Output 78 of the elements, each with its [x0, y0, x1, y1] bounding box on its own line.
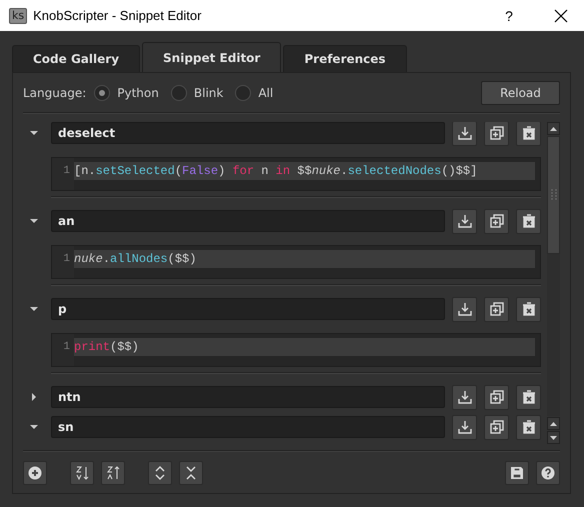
- delete-button[interactable]: [516, 414, 541, 440]
- scroll-down-button[interactable]: [547, 431, 560, 444]
- save-button[interactable]: [505, 461, 529, 485]
- download-icon: [456, 125, 472, 141]
- add-button[interactable]: [23, 461, 47, 485]
- collapse-all-button[interactable]: [179, 461, 203, 485]
- add-icon: [27, 465, 43, 481]
- help-icon: [540, 465, 556, 481]
- caret-down-icon: [30, 129, 38, 137]
- expand-all-button[interactable]: [148, 461, 172, 485]
- line-number: 1: [63, 252, 70, 267]
- delete-button[interactable]: [516, 208, 541, 234]
- line-number: 1: [63, 164, 70, 179]
- sort-ascending-icon: [74, 465, 90, 481]
- tab[interactable]: Code Gallery: [12, 45, 140, 72]
- caret-down-icon: [30, 305, 38, 313]
- delete-icon: [520, 389, 536, 405]
- insert-button[interactable]: [452, 414, 477, 440]
- caret-down-icon: [30, 217, 38, 225]
- duplicate-button[interactable]: [484, 296, 509, 322]
- scrollbar-thumb[interactable]: [547, 136, 560, 254]
- window-title: KnobScripter - Snippet Editor: [33, 8, 202, 23]
- duplicate-button[interactable]: [484, 122, 509, 146]
- insert-button[interactable]: [452, 384, 477, 410]
- close-icon: [554, 8, 568, 22]
- code-editor[interactable]: 1 [n.setSelected(False) for n in $$nuke.selectedNodes()$$]: [51, 157, 541, 191]
- delete-button[interactable]: [516, 384, 541, 410]
- help-button[interactable]: ?: [486, 0, 532, 31]
- sort-descending-icon: [105, 465, 121, 481]
- duplicate-icon: [488, 389, 504, 405]
- down-arrow-icon: [550, 436, 557, 440]
- insert-button[interactable]: [452, 208, 477, 234]
- save-icon: [509, 465, 525, 481]
- up-arrow-icon: [550, 422, 557, 426]
- delete-button[interactable]: [516, 122, 541, 146]
- duplicate-icon: [488, 419, 504, 435]
- snippet-name-field[interactable]: sn: [51, 416, 445, 438]
- caret-down-icon: [30, 423, 38, 431]
- scroll-up-button[interactable]: [547, 417, 560, 430]
- line-number: 1: [63, 340, 70, 355]
- delete-icon: [520, 213, 536, 229]
- duplicate-icon: [488, 301, 504, 317]
- delete-icon: [520, 125, 536, 141]
- language-radio[interactable]: Python: [94, 85, 165, 101]
- snippet-name-field[interactable]: an: [51, 210, 445, 232]
- duplicate-button[interactable]: [484, 414, 509, 440]
- tab[interactable]: Snippet Editor: [142, 42, 282, 72]
- up-arrow-icon: [550, 126, 557, 130]
- grip-icon: [550, 189, 556, 201]
- delete-icon: [520, 301, 536, 317]
- sort-ascending-button[interactable]: [70, 461, 94, 485]
- snippet-name-field[interactable]: ntn: [51, 386, 445, 408]
- duplicate-button[interactable]: [484, 384, 509, 410]
- code-editor[interactable]: 1 print($$): [51, 333, 541, 367]
- insert-button[interactable]: [452, 296, 477, 322]
- download-icon: [456, 213, 472, 229]
- download-icon: [456, 301, 472, 317]
- tab[interactable]: Preferences: [283, 45, 407, 72]
- language-label: Language:: [23, 86, 86, 100]
- duplicate-button[interactable]: [484, 208, 509, 234]
- reload-button[interactable]: Reload: [481, 81, 560, 105]
- scroll-up-button[interactable]: [547, 122, 560, 135]
- caret-right-icon: [30, 393, 38, 401]
- download-icon: [456, 389, 472, 405]
- sort-descending-button[interactable]: [101, 461, 125, 485]
- duplicate-icon: [488, 213, 504, 229]
- delete-icon: [520, 419, 536, 435]
- app-icon: ks: [9, 8, 28, 24]
- insert-button[interactable]: [452, 122, 477, 146]
- code-editor[interactable]: 1 nuke.allNodes($$): [51, 245, 541, 279]
- delete-button[interactable]: [516, 296, 541, 322]
- download-icon: [456, 419, 472, 435]
- snippet-name-field[interactable]: deselect: [51, 122, 445, 144]
- language-radio[interactable]: Blink: [170, 85, 230, 101]
- language-radio[interactable]: All: [235, 85, 280, 101]
- help-button[interactable]: [536, 461, 560, 485]
- snippet-name-field[interactable]: p: [51, 298, 445, 320]
- duplicate-icon: [488, 125, 504, 141]
